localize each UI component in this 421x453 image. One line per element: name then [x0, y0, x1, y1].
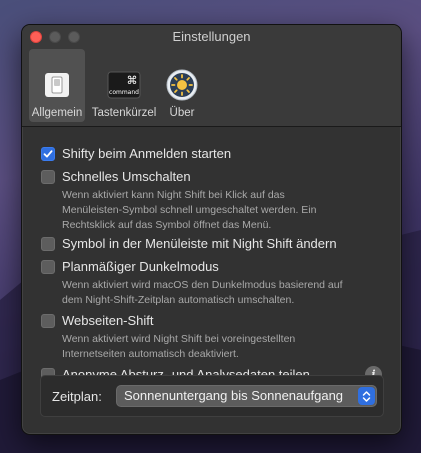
command-key-glyph: ⌘ [127, 74, 138, 87]
description-line: dem Night-Shift-Zeitplan automatisch ums… [62, 294, 295, 306]
quick-toggle-checkbox[interactable] [41, 169, 55, 184]
tab-shortcuts[interactable]: ⌘ command Tastenkürzel [88, 49, 160, 122]
tab-about-label: Über [169, 107, 195, 119]
description-line: Menüleisten-Symbol schnell umgeschaltet … [62, 204, 317, 216]
schedule-select[interactable]: Sonnenuntergang bis Sonnenaufgang [116, 385, 377, 407]
quick-toggle-row[interactable]: Schnelles Umschalten [41, 169, 191, 184]
change-icon-row[interactable]: Symbol in der Menüleiste mit Night Shift… [41, 236, 337, 251]
description-line: Wenn aktiviert wird macOS den Dunkelmodu… [62, 279, 343, 291]
launch-at-login-label: Shifty beim Anmelden starten [62, 146, 232, 161]
description-line: Wenn aktiviert wird Night Shift bei vore… [62, 333, 296, 345]
tab-general-label: Allgemein [31, 107, 83, 119]
change-icon-checkbox[interactable] [41, 236, 55, 251]
schedule-selected-value: Sonnenuntergang bis Sonnenaufgang [124, 388, 344, 403]
quick-toggle-description: Wenn aktiviert kann Night Shift bei Klic… [62, 188, 382, 233]
launch-at-login-checkbox[interactable] [41, 146, 55, 161]
website-shift-description: Wenn aktiviert wird Night Shift bei vore… [62, 332, 382, 362]
dark-mode-label: Planmäßiger Dunkelmodus [62, 259, 219, 274]
toolbar: Einstellungen Allgemein ⌘ command Tasten… [22, 25, 401, 127]
dark-mode-description: Wenn aktiviert wird macOS den Dunkelmodu… [62, 278, 382, 308]
description-line: Rechtsklick auf das Symbol öffnet das Me… [62, 219, 272, 231]
quick-toggle-label: Schnelles Umschalten [62, 169, 191, 184]
description-line: Wenn aktiviert kann Night Shift bei Klic… [62, 189, 285, 201]
schedule-label: Zeitplan: [52, 389, 102, 404]
switch-icon [40, 68, 74, 102]
sun-app-icon [165, 68, 199, 102]
website-shift-row[interactable]: Webseiten-Shift [41, 313, 154, 328]
website-shift-checkbox[interactable] [41, 313, 55, 328]
change-icon-label: Symbol in der Menüleiste mit Night Shift… [62, 236, 337, 251]
dark-mode-row[interactable]: Planmäßiger Dunkelmodus [41, 259, 219, 274]
tab-general[interactable]: Allgemein [29, 49, 85, 122]
schedule-box: Zeitplan: Sonnenuntergang bis Sonnenaufg… [40, 375, 384, 417]
up-down-chevron-icon [358, 387, 375, 405]
command-key-icon: ⌘ command [107, 68, 141, 102]
website-shift-label: Webseiten-Shift [62, 313, 154, 328]
description-line: Internetseiten automatisch deaktiviert. [62, 348, 239, 360]
tab-about[interactable]: Über [162, 49, 202, 122]
tab-shortcuts-label: Tastenkürzel [91, 107, 157, 119]
window-title: Einstellungen [172, 29, 251, 44]
launch-at-login-row[interactable]: Shifty beim Anmelden starten [41, 146, 231, 161]
preferences-window: Einstellungen Allgemein ⌘ command Tasten… [21, 24, 402, 435]
command-key-text: command [109, 89, 139, 96]
dark-mode-checkbox[interactable] [41, 259, 55, 274]
checkmark-icon [43, 149, 53, 157]
